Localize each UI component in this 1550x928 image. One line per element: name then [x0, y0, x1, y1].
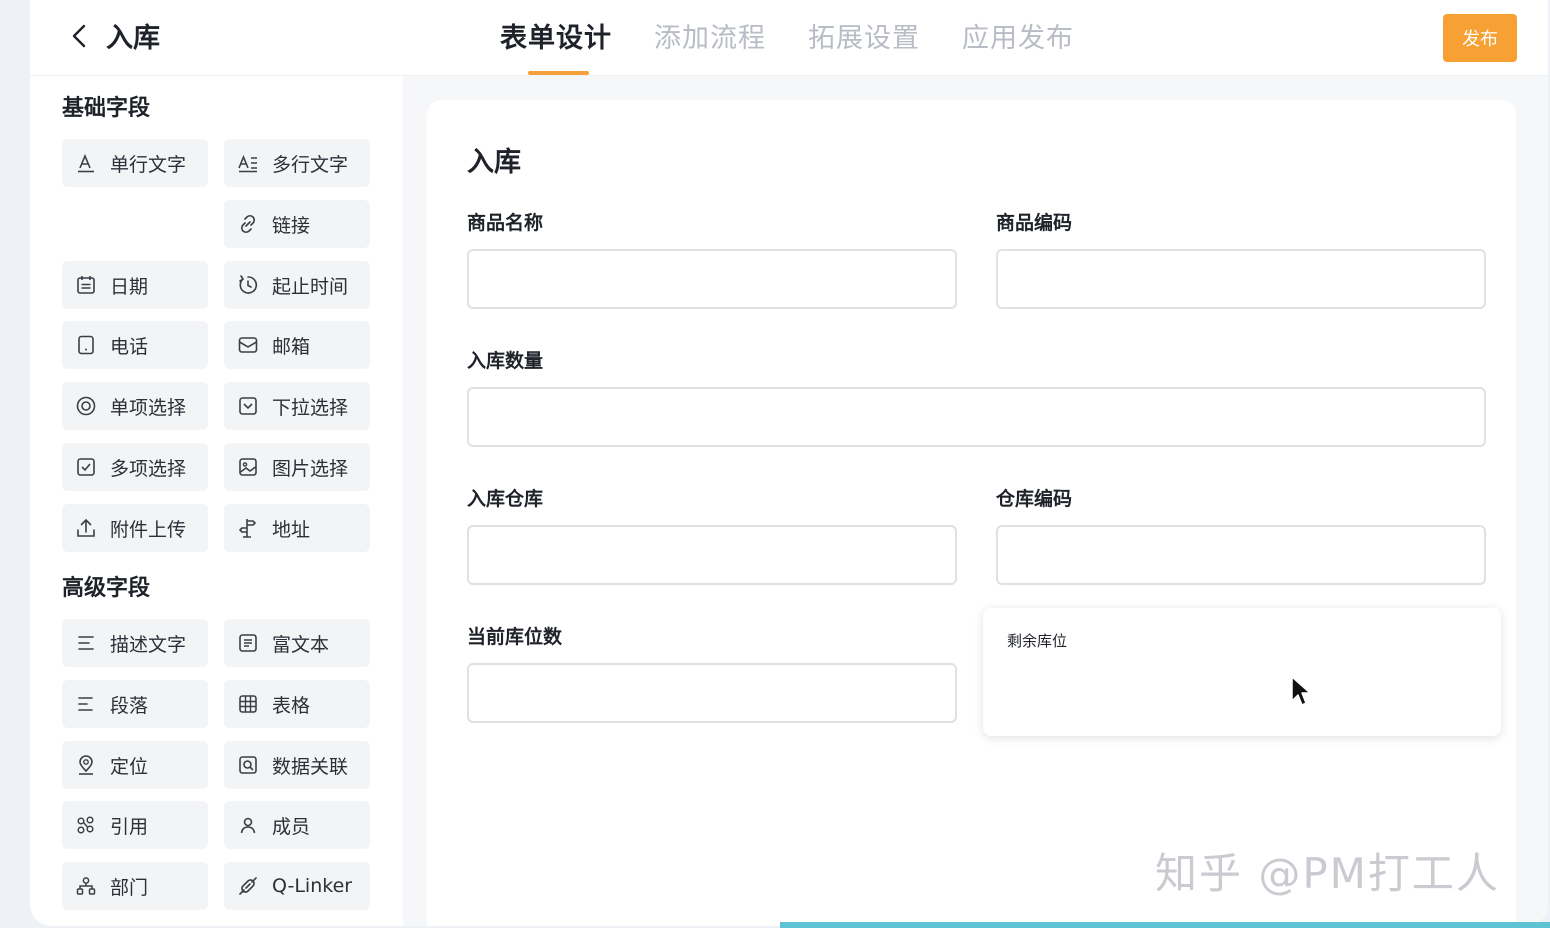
field-address[interactable]: 地址 [224, 504, 370, 552]
field-date[interactable]: 日期 [62, 261, 208, 309]
field-member[interactable]: 成员 [224, 801, 370, 849]
member-icon [236, 813, 260, 837]
field-label-product-name: 商品名称 [467, 212, 544, 234]
dropdown-icon [236, 394, 260, 418]
field-label-inbound-warehouse: 入库仓库 [467, 488, 544, 510]
field-rich-text[interactable]: 富文本 [224, 619, 370, 667]
field-dropdown[interactable]: 下拉选择 [224, 382, 370, 430]
warehouse-code-input[interactable] [996, 525, 1486, 585]
text-a-icon [74, 151, 98, 175]
dragging-field-card[interactable]: 剩余库位 [983, 608, 1501, 736]
radio-icon [74, 394, 98, 418]
field-paragraph[interactable]: 段落 [62, 680, 208, 728]
field-label-inbound-quantity: 入库数量 [467, 350, 544, 372]
field-label-current-bin-count: 当前库位数 [467, 626, 563, 648]
field-link[interactable]: 链接 [224, 200, 370, 248]
reference-icon [74, 813, 98, 837]
data-link-icon [236, 753, 260, 777]
active-tab-indicator [528, 71, 589, 75]
tab-app-publish[interactable]: 应用发布 [962, 16, 1074, 55]
watermark: 知乎 @PM打工人 [1155, 849, 1500, 898]
field-phone[interactable]: 电话 [62, 321, 208, 369]
image-icon [236, 455, 260, 479]
product-name-input[interactable] [467, 249, 957, 309]
publish-button[interactable]: 发布 [1443, 14, 1517, 62]
form-title: 入库 [467, 147, 521, 178]
field-department[interactable]: 部门 [62, 862, 208, 910]
time-range-icon [236, 273, 260, 297]
form-canvas: 入库 商品名称 商品编码 入库数量 入库仓库 仓库编码 当前库位数 剩余库位 [427, 100, 1516, 926]
field-reference[interactable]: 引用 [62, 801, 208, 849]
inbound-quantity-input[interactable] [467, 387, 1486, 447]
field-label-warehouse-code: 仓库编码 [996, 488, 1073, 510]
field-data-link[interactable]: 数据关联 [224, 741, 370, 789]
table-icon [236, 692, 260, 716]
field-table[interactable]: 表格 [224, 680, 370, 728]
top-bar: 入库 表单设计 添加流程 拓展设置 应用发布 发布 [30, 0, 1548, 76]
calendar-icon [74, 273, 98, 297]
field-image-select[interactable]: 图片选择 [224, 443, 370, 491]
phone-icon [74, 333, 98, 357]
multiline-text-icon [236, 151, 260, 175]
mouse-cursor-icon [1290, 675, 1312, 713]
upload-icon [74, 516, 98, 540]
advanced-fields-title: 高级字段 [62, 576, 151, 601]
q-linker-icon [236, 874, 260, 898]
basic-fields-title: 基础字段 [62, 96, 151, 121]
description-icon [74, 631, 98, 655]
app-window: 入库 表单设计 添加流程 拓展设置 应用发布 发布 基础字段 单行文字 多行文字… [30, 0, 1548, 926]
field-q-linker[interactable]: Q-Linker [224, 862, 370, 910]
field-radio[interactable]: 单项选择 [62, 382, 208, 430]
location-icon [74, 753, 98, 777]
tab-add-process[interactable]: 添加流程 [654, 16, 766, 55]
background-edge [780, 922, 1550, 928]
paragraph-icon [74, 692, 98, 716]
field-time-range[interactable]: 起止时间 [224, 261, 370, 309]
field-multi-line-text[interactable]: 多行文字 [224, 139, 370, 187]
dragging-field-label: 剩余库位 [1007, 632, 1068, 650]
checkbox-icon [74, 455, 98, 479]
field-single-line-text[interactable]: 单行文字 [62, 139, 208, 187]
back-icon[interactable] [66, 20, 94, 52]
field-attachment-upload[interactable]: 附件上传 [62, 504, 208, 552]
field-label-product-code: 商品编码 [996, 212, 1073, 234]
department-icon [74, 874, 98, 898]
rich-text-icon [236, 631, 260, 655]
field-description-text[interactable]: 描述文字 [62, 619, 208, 667]
tab-extend-settings[interactable]: 拓展设置 [808, 16, 920, 55]
field-palette: 基础字段 单行文字 多行文字 链接 日期 起止时间 电话 邮箱 单项选择 下拉选… [30, 76, 402, 926]
product-code-input[interactable] [996, 249, 1486, 309]
field-location[interactable]: 定位 [62, 741, 208, 789]
mail-icon [236, 333, 260, 357]
app-title: 入库 [106, 23, 160, 54]
field-checkbox[interactable]: 多项选择 [62, 443, 208, 491]
inbound-warehouse-input[interactable] [467, 525, 957, 585]
field-email[interactable]: 邮箱 [224, 321, 370, 369]
form-canvas-area: 入库 商品名称 商品编码 入库数量 入库仓库 仓库编码 当前库位数 剩余库位 [403, 76, 1548, 926]
current-bin-count-input[interactable] [467, 663, 957, 723]
link-icon [236, 212, 260, 236]
address-icon [236, 516, 260, 540]
tab-form-design[interactable]: 表单设计 [500, 16, 612, 55]
